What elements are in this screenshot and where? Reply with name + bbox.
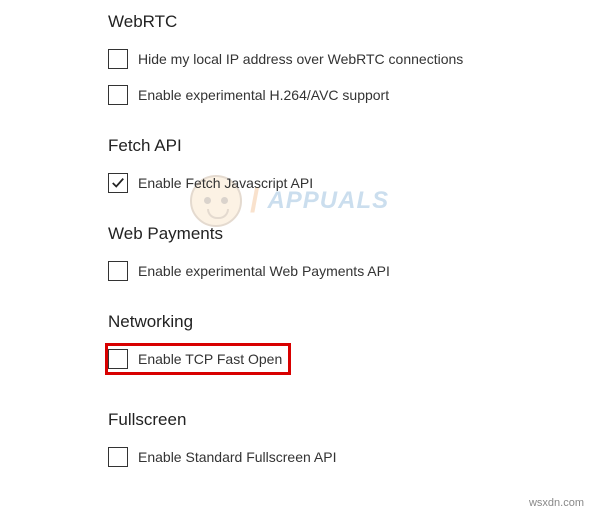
checkbox-fetch-js-api[interactable]	[108, 173, 128, 193]
section-fullscreen: Fullscreen Enable Standard Fullscreen AP…	[108, 410, 592, 470]
section-title-networking: Networking	[108, 312, 592, 332]
checkbox-tcp-fast-open[interactable]	[108, 349, 128, 369]
section-title-webrtc: WebRTC	[108, 12, 592, 32]
option-label: Enable experimental Web Payments API	[138, 263, 390, 279]
checkbox-h264-avc[interactable]	[108, 85, 128, 105]
option-tcp-fast-open[interactable]: Enable TCP Fast Open	[108, 346, 288, 372]
section-title-fullscreen: Fullscreen	[108, 410, 592, 430]
option-hide-local-ip[interactable]: Hide my local IP address over WebRTC con…	[108, 46, 592, 72]
section-title-payments: Web Payments	[108, 224, 592, 244]
option-web-payments-api[interactable]: Enable experimental Web Payments API	[108, 258, 592, 284]
option-label: Hide my local IP address over WebRTC con…	[138, 51, 463, 67]
option-label: Enable Fetch Javascript API	[138, 175, 313, 191]
checkbox-web-payments-api[interactable]	[108, 261, 128, 281]
option-h264-avc[interactable]: Enable experimental H.264/AVC support	[108, 82, 592, 108]
option-label: Enable experimental H.264/AVC support	[138, 87, 389, 103]
option-label: Enable Standard Fullscreen API	[138, 449, 336, 465]
checkbox-standard-fullscreen-api[interactable]	[108, 447, 128, 467]
section-fetch-api: Fetch API Enable Fetch Javascript API	[108, 136, 592, 196]
section-networking: Networking Enable TCP Fast Open	[108, 312, 592, 382]
option-standard-fullscreen-api[interactable]: Enable Standard Fullscreen API	[108, 444, 592, 470]
section-web-payments: Web Payments Enable experimental Web Pay…	[108, 224, 592, 284]
section-title-fetch: Fetch API	[108, 136, 592, 156]
check-icon	[111, 176, 125, 190]
option-fetch-js-api[interactable]: Enable Fetch Javascript API	[108, 170, 592, 196]
option-label: Enable TCP Fast Open	[138, 351, 282, 367]
source-tag: wsxdn.com	[529, 497, 584, 509]
section-webrtc: WebRTC Hide my local IP address over Web…	[108, 12, 592, 108]
checkbox-hide-local-ip[interactable]	[108, 49, 128, 69]
